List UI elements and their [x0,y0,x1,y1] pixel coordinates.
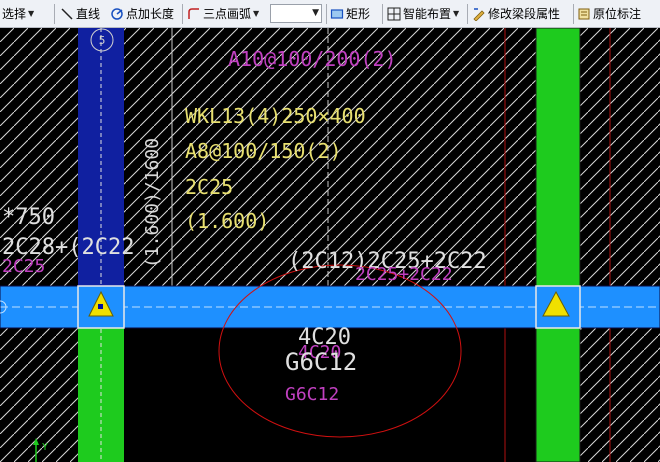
arc-label: 三点画弧 [203,7,252,21]
point-length-icon [111,7,123,20]
smart-layout-button[interactable]: 智能布置 ▼ [387,3,459,24]
chevron-down-icon: ▼ [312,8,319,18]
select-tool[interactable]: 选择 ▼ [2,3,34,24]
drawing-canvas[interactable]: 5 WKL13(4)250×400 A8@100/150(2) 2C25 (1.… [0,28,660,462]
modify-beam-label: 修改梁段属性 [488,7,561,21]
smart-layout-label: 智能布置 [403,7,452,21]
origin-label-label: 原位标注 [593,7,642,21]
arc-icon [188,7,199,19]
toolbar: 选择 ▼ 直线 点加长度 三点画弧 ▼ ▼ 矩形 智能布置 ▼ 修改梁段属性 原位标注 [0,0,660,28]
arc-button[interactable]: 三点画弧 ▼ [187,3,259,24]
toolbar-separator [467,4,468,24]
rect-label: 矩形 [346,7,371,21]
support-node-icon [98,304,103,309]
chevron-down-icon: ▼ [28,9,35,18]
rect-button[interactable]: 矩形 [330,3,370,24]
toolbar-separator [182,4,183,24]
beam-name-text: WKL13(4)250×400 [185,104,366,128]
vertical-dim-text: (1.600)/1600 [142,138,163,268]
drawing-mode-combo[interactable]: ▼ [270,4,322,23]
elevation-text: (1.600) [185,209,269,233]
slab-hatch [578,328,660,462]
line-icon [61,7,73,20]
side-bars-text: G6C12 [285,348,357,376]
mid-text-2: 2C25+2C22 [355,264,453,285]
toolbar-separator [573,4,574,24]
toolbar-separator [382,4,383,24]
stirrup-text: A8@100/150(2) [185,139,342,163]
column-green[interactable] [536,28,580,462]
left-text-1: *750 [2,205,55,230]
smart-layout-icon [387,7,401,20]
origin-label-button[interactable]: 原位标注 [577,3,641,24]
y-axis-label: Y [42,442,48,453]
side-bars-ghost-text: G6C12 [285,384,339,405]
toolbar-separator [54,4,55,24]
slab-hatch [0,328,78,462]
point-length-button[interactable]: 点加长度 [110,3,174,24]
modify-properties-icon [473,7,485,21]
point-length-label: 点加长度 [126,7,175,21]
axis-bubble-label: 5 [99,34,106,47]
line-label: 直线 [76,7,101,21]
toolbar-separator [326,4,327,24]
chevron-down-icon: ▼ [253,9,260,18]
chevron-down-icon: ▼ [453,9,460,18]
stirrup-top-text: A10@100/200(2) [228,47,397,71]
left-text-3: 2C25 [2,256,45,277]
line-button[interactable]: 直线 [60,3,100,24]
select-label: 选择 [2,7,27,21]
origin-label-icon [578,8,590,19]
modify-beam-button[interactable]: 修改梁段属性 [472,3,560,24]
top-bars-text: 2C25 [185,175,233,199]
rectangle-icon [330,8,344,19]
